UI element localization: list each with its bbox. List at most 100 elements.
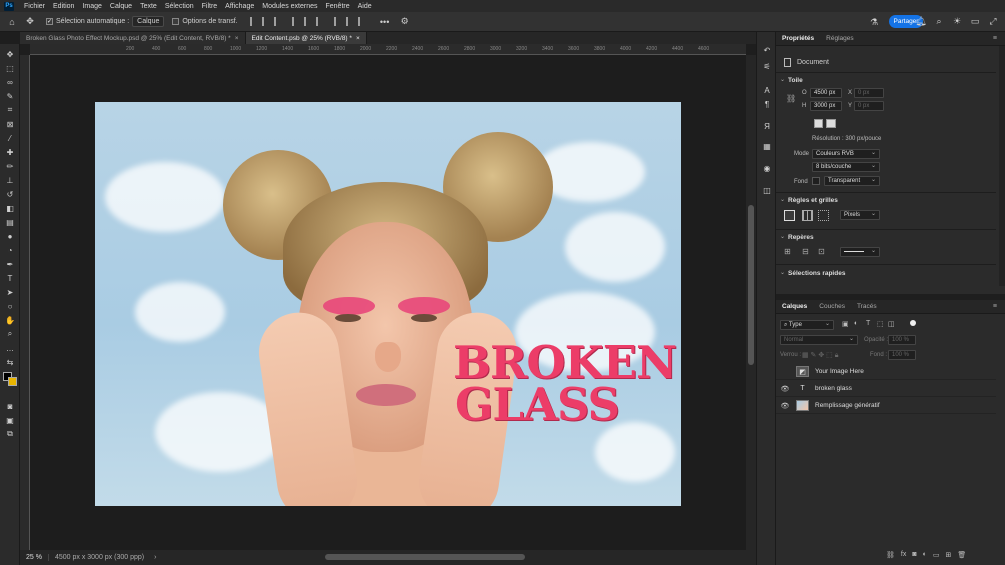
document-info[interactable]: 4500 px x 3000 px (300 ppp) [47, 554, 150, 561]
eraser-icon[interactable]: ◧ [4, 202, 16, 214]
landscape-orientation-icon[interactable] [826, 119, 836, 128]
horizontal-scrollbar[interactable] [325, 554, 525, 560]
swatches-icon[interactable]: ▦ [761, 140, 773, 152]
document-canvas[interactable]: BROKEN GLASS [95, 102, 681, 506]
libraries-icon[interactable]: ◉ [761, 162, 773, 174]
auto-select-dropdown[interactable]: Calque [132, 16, 165, 27]
tab-mockup[interactable]: Broken Glass Photo Effect Mockup.psd @ 2… [20, 32, 246, 44]
grid-icon[interactable] [802, 210, 813, 221]
frame-icon[interactable]: ⊠ [4, 118, 16, 130]
bg-swatch[interactable] [812, 177, 820, 185]
auto-select-option[interactable]: ✓ Sélection automatique : Calque [46, 16, 165, 27]
navigator-icon[interactable]: ◫ [761, 184, 773, 196]
tab-adjustments[interactable]: Réglages [820, 35, 859, 42]
align-top-icon[interactable] [291, 17, 301, 26]
guide-layout-icon[interactable]: ⊡ [818, 247, 825, 256]
guide-h-icon[interactable]: ⊞ [784, 247, 791, 256]
zoom-icon[interactable]: ⌕ [4, 328, 16, 340]
filter-adjust-icon[interactable]: ◐ [854, 320, 858, 327]
eye-icon[interactable]: 👁︎ [778, 385, 792, 393]
tab-properties[interactable]: Propriétés [776, 35, 820, 42]
shape-icon[interactable]: ○ [4, 300, 16, 312]
chevron-right-icon[interactable]: › [154, 554, 156, 561]
close-icon[interactable]: × [356, 35, 360, 42]
menu-fenetre[interactable]: Fenêtre [322, 3, 354, 10]
filter-type-icon[interactable]: T [866, 320, 870, 327]
fill-field[interactable]: 100 % [888, 350, 916, 360]
filter-shape-icon[interactable]: ⬚ [877, 320, 884, 328]
adjustment-layer-icon[interactable]: ◐ [923, 551, 927, 559]
guide-color-dropdown[interactable] [840, 247, 880, 257]
search-icon[interactable]: ⌕ [933, 15, 945, 27]
tab-edit-content[interactable]: Edit Content.psb @ 25% (RVB/8) * × [245, 32, 367, 44]
layer-row-your-image[interactable]: ◩ Your Image Here [776, 364, 996, 380]
lock-icons[interactable]: ▦ ✎ ✥ ⬚ 🔒︎ [802, 351, 838, 360]
layer-row-broken-glass[interactable]: 👁︎ T broken glass [776, 381, 996, 397]
paragraph-icon[interactable]: ¶ [761, 98, 773, 110]
section-canvas[interactable]: Toile [776, 77, 803, 84]
width-field[interactable]: 4500 px [810, 88, 842, 98]
pixel-grid-icon[interactable] [818, 210, 829, 221]
menu-fichier[interactable]: Fichier [20, 3, 49, 10]
auto-select-checkbox[interactable]: ✓ [46, 18, 53, 25]
zoom-level[interactable]: 25 % [20, 554, 48, 561]
lightbulb-icon[interactable]: ☀ [951, 15, 963, 27]
transform-checkbox[interactable] [172, 18, 180, 25]
distribute-left-icon[interactable] [333, 17, 343, 26]
more-options-icon[interactable]: ••• [379, 16, 391, 28]
flask-icon[interactable]: ⚗ [868, 16, 880, 28]
fx-icon[interactable]: fx [901, 551, 906, 559]
panel-menu-icon[interactable]: ≡ [993, 35, 997, 42]
edit-toolbar-icon[interactable]: ⧉ [4, 428, 16, 440]
more-tools-icon[interactable]: … [4, 342, 16, 354]
layer-filter-dropdown[interactable]: ⌕ Type [780, 320, 834, 330]
mask-icon[interactable]: ◙ [912, 551, 916, 559]
properties-scrollbar[interactable] [999, 46, 1005, 286]
align-right-icon[interactable] [273, 17, 283, 26]
tab-paths[interactable]: Tracés [851, 303, 883, 310]
bg-dropdown[interactable]: Transparent [824, 176, 880, 186]
dodge-icon[interactable]: ◔ [4, 244, 16, 256]
healing-icon[interactable]: ✚ [4, 146, 16, 158]
section-rulers-grids[interactable]: Règles et grilles [776, 197, 838, 204]
character-icon[interactable]: A [761, 84, 773, 96]
align-bottom-icon[interactable] [315, 17, 325, 26]
link-layers-icon[interactable]: ⛓ [886, 551, 895, 559]
adjust-icon[interactable]: ⚟ [761, 60, 773, 72]
hand-icon[interactable]: ✋ [4, 314, 16, 326]
height-field[interactable]: 3000 px [810, 101, 842, 111]
new-layer-icon[interactable]: ⊞ [945, 551, 951, 559]
filter-pixel-icon[interactable]: ▣ [842, 320, 849, 328]
vertical-scrollbar[interactable] [746, 55, 756, 550]
move-tool-icon[interactable]: ✥ [24, 16, 36, 28]
layer-row-generative-fill[interactable]: 👁︎ Remplissage génératif [776, 398, 996, 414]
blur-icon[interactable]: ● [4, 230, 16, 242]
section-guides[interactable]: Repères [776, 234, 814, 241]
menu-selection[interactable]: Sélection [161, 3, 198, 10]
home-icon[interactable]: ⌂ [6, 16, 18, 28]
align-left-icon[interactable] [249, 17, 259, 26]
menu-image[interactable]: Image [78, 3, 105, 10]
menu-filtre[interactable]: Filtre [198, 3, 222, 10]
units-dropdown[interactable]: Pixels [840, 210, 880, 220]
glyphs-icon[interactable]: Я [761, 120, 773, 132]
guide-v-icon[interactable]: ⊟ [802, 247, 809, 256]
path-select-icon[interactable]: ➤ [4, 286, 16, 298]
distribute-right-icon[interactable] [357, 17, 367, 26]
crop-icon[interactable]: ⌗ [4, 104, 16, 116]
panel-menu-icon[interactable]: ≡ [993, 303, 997, 310]
quick-select-icon[interactable]: ✎ [4, 90, 16, 102]
opacity-field[interactable]: 100 % [888, 335, 916, 345]
eyedropper-icon[interactable]: ⁄ [4, 132, 16, 144]
align-center-icon[interactable] [261, 17, 271, 26]
lasso-icon[interactable]: ∞ [4, 76, 16, 88]
bell-icon[interactable]: 🔔︎ [915, 15, 927, 27]
type-icon[interactable]: T [4, 272, 16, 284]
quick-mask-icon[interactable]: ◙ [4, 400, 16, 412]
blend-mode-dropdown[interactable]: Normal [780, 335, 858, 345]
distribute-center-icon[interactable] [345, 17, 355, 26]
gear-icon[interactable]: ⚙ [399, 16, 411, 28]
depth-dropdown[interactable]: 8 bits/couche [812, 162, 880, 172]
link-icon[interactable]: ⛓ [786, 94, 796, 103]
menu-affichage[interactable]: Affichage [221, 3, 258, 10]
